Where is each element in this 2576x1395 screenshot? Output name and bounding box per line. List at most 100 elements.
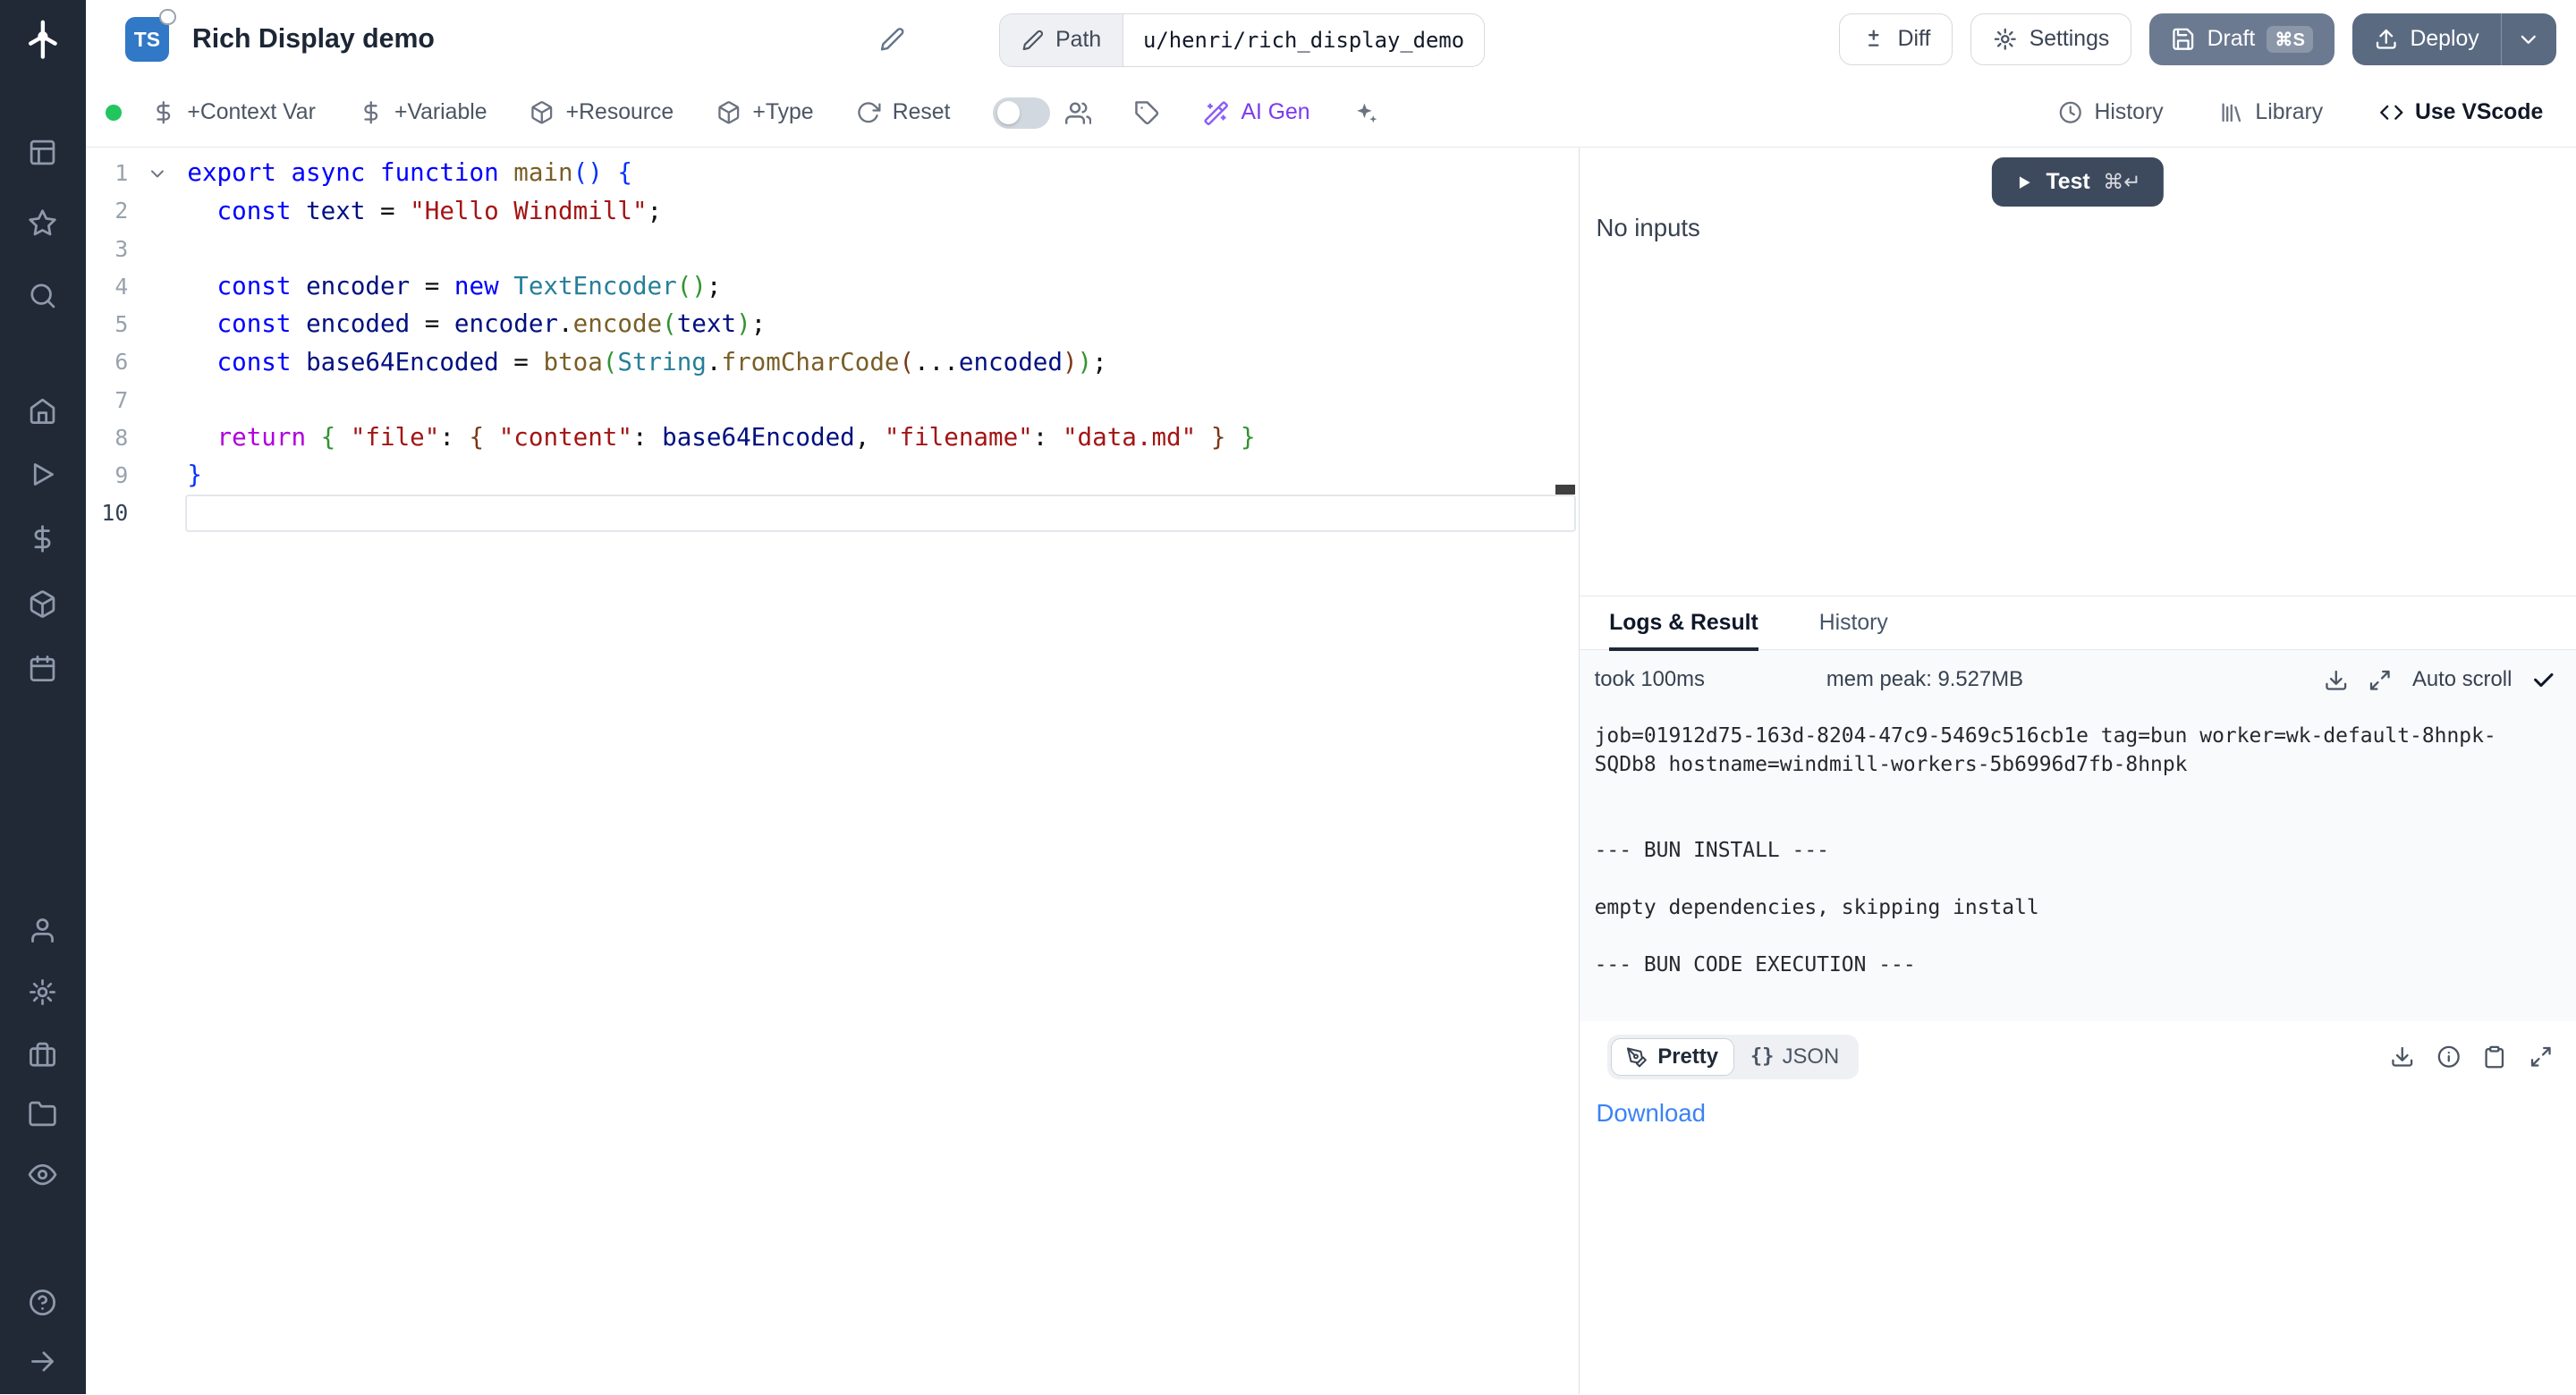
topbar-actions: Diff Settings Draft ⌘S Deploy (1839, 13, 2556, 66)
add-type-button[interactable]: +Type (716, 100, 814, 125)
code-line[interactable]: 10 (86, 495, 1580, 532)
tab-history[interactable]: History (1819, 596, 1888, 650)
use-vscode-button[interactable]: Use VScode (2379, 100, 2544, 125)
dollar-icon (359, 100, 384, 125)
grid-icon (28, 138, 57, 167)
braces-icon: {} (1750, 1045, 1775, 1068)
ai-sparkles-button[interactable] (1352, 100, 1378, 126)
right-panel: Test ⌘↵ No inputs Logs & Result History … (1579, 148, 2576, 1394)
sidebar-resources-button[interactable] (23, 585, 63, 624)
refresh-icon (856, 100, 881, 125)
sidebar-workers-button[interactable] (23, 1035, 63, 1074)
sidebar-help-button[interactable] (23, 1282, 63, 1322)
path-label: Path (1055, 28, 1101, 53)
settings-button[interactable]: Settings (1970, 13, 2131, 66)
expand-result-button[interactable] (2529, 1044, 2554, 1070)
history-button[interactable]: History (2058, 100, 2164, 125)
diff-button[interactable]: Diff (1839, 13, 1953, 66)
language-badge-dot (159, 9, 175, 25)
draft-button[interactable]: Draft ⌘S (2149, 13, 2334, 66)
sidebar-star-button[interactable] (23, 204, 63, 243)
code-line[interactable]: 9} (86, 457, 1580, 495)
mode-toggle[interactable] (993, 97, 1050, 129)
log-line: job=01912d75-163d-8204-47c9-5469c516cb1e… (1595, 723, 2502, 780)
code-line[interactable]: 3 (86, 230, 1580, 267)
line-number: 3 (86, 236, 129, 262)
pretty-tab[interactable]: Pretty (1611, 1038, 1734, 1076)
tab-logs-result[interactable]: Logs & Result (1609, 596, 1758, 650)
wand-icon (1203, 100, 1229, 126)
sidebar-collapse-button[interactable] (23, 1342, 63, 1382)
sidebar-users-button[interactable] (23, 910, 63, 950)
sidebar-runs-button[interactable] (23, 455, 63, 495)
library-icon (2219, 100, 2244, 125)
line-number: 5 (86, 311, 129, 337)
chevron-down-icon (2516, 27, 2541, 52)
cube-icon (530, 100, 555, 125)
path-value[interactable]: u/henri/rich_display_demo (1123, 14, 1484, 67)
fold-chevron-icon[interactable] (138, 163, 177, 184)
library-button[interactable]: Library (2219, 100, 2323, 125)
edit-summary-icon[interactable] (879, 26, 905, 52)
code-line[interactable]: 5 const encoded = encoder.encode(text); (86, 306, 1580, 343)
editor-toolbar: +Context Var +Variable +Resource +Type R… (86, 79, 2576, 148)
log-line (1595, 866, 2502, 894)
line-number: 10 (86, 500, 129, 526)
code-line[interactable]: 7 (86, 381, 1580, 418)
download-result-button[interactable] (2390, 1044, 2415, 1070)
toolbar-right: History Library Use VScode (2058, 100, 2543, 125)
deploy-dropdown-button[interactable] (2501, 13, 2556, 66)
copy-icon (2482, 1044, 2507, 1070)
page-title: Rich Display demo (192, 24, 435, 55)
sidebar-audit-button[interactable] (23, 1154, 63, 1194)
logs-took: took 100ms (1595, 667, 1705, 692)
pen-icon (1626, 1046, 1648, 1068)
sidebar-folders-button[interactable] (23, 1094, 63, 1133)
search-icon (28, 281, 57, 310)
sidebar-search-button[interactable] (23, 276, 63, 316)
line-number: 6 (86, 349, 129, 375)
check-icon (2531, 668, 2556, 693)
code-line[interactable]: 8 return { "file": { "content": base64En… (86, 418, 1580, 456)
sidebar-grid-button[interactable] (23, 133, 63, 173)
sidebar-variables-button[interactable] (23, 519, 63, 558)
deploy-button[interactable]: Deploy (2352, 13, 2500, 66)
folder-icon (28, 1099, 57, 1129)
test-button[interactable]: Test ⌘↵ (1992, 157, 2164, 207)
sidebar-settings-button[interactable] (23, 972, 63, 1011)
ai-gen-button[interactable]: AI Gen (1203, 100, 1309, 126)
sidebar-home-button[interactable] (23, 391, 63, 430)
auto-scroll-checkbox[interactable] (2531, 668, 2556, 693)
users-icon[interactable] (1065, 100, 1091, 126)
sidebar (0, 0, 86, 1394)
cube-icon (716, 100, 741, 125)
code-editor[interactable]: 1export async function main() {2 const t… (86, 148, 1580, 1394)
play-icon (2015, 173, 2033, 191)
log-line (1595, 780, 2502, 808)
expand-logs-button[interactable] (2368, 668, 2393, 693)
status-dot (106, 105, 122, 121)
copy-result-button[interactable] (2482, 1044, 2507, 1070)
topbar: TS Rich Display demo Path u/henri/rich_d… (86, 0, 2576, 79)
sidebar-schedules-button[interactable] (23, 649, 63, 689)
dollar-icon (28, 524, 57, 554)
download-link[interactable]: Download (1596, 1099, 1706, 1128)
code-line[interactable]: 6 const base64Encoded = btoa(String.from… (86, 343, 1580, 381)
code-line[interactable]: 1export async function main() { (86, 155, 1580, 192)
add-resource-button[interactable]: +Resource (530, 100, 674, 125)
reset-button[interactable]: Reset (856, 100, 950, 125)
pencil-icon (1021, 29, 1045, 52)
code-line[interactable]: 2 const text = "Hello Windmill"; (86, 192, 1580, 230)
path-edit-button[interactable]: Path (1000, 14, 1123, 67)
json-tab[interactable]: {} JSON (1734, 1038, 1856, 1076)
result-info-button[interactable] (2436, 1044, 2462, 1070)
download-icon (2390, 1044, 2415, 1070)
add-context-var-button[interactable]: +Context Var (151, 100, 316, 125)
download-logs-button[interactable] (2324, 668, 2349, 693)
no-inputs-label: No inputs (1596, 214, 1699, 242)
format-tag-button[interactable] (1134, 100, 1160, 126)
code-line[interactable]: 4 const encoder = new TextEncoder(); (86, 267, 1580, 305)
windmill-logo-icon[interactable] (21, 16, 64, 62)
line-number: 9 (86, 462, 129, 488)
add-variable-button[interactable]: +Variable (359, 100, 487, 125)
